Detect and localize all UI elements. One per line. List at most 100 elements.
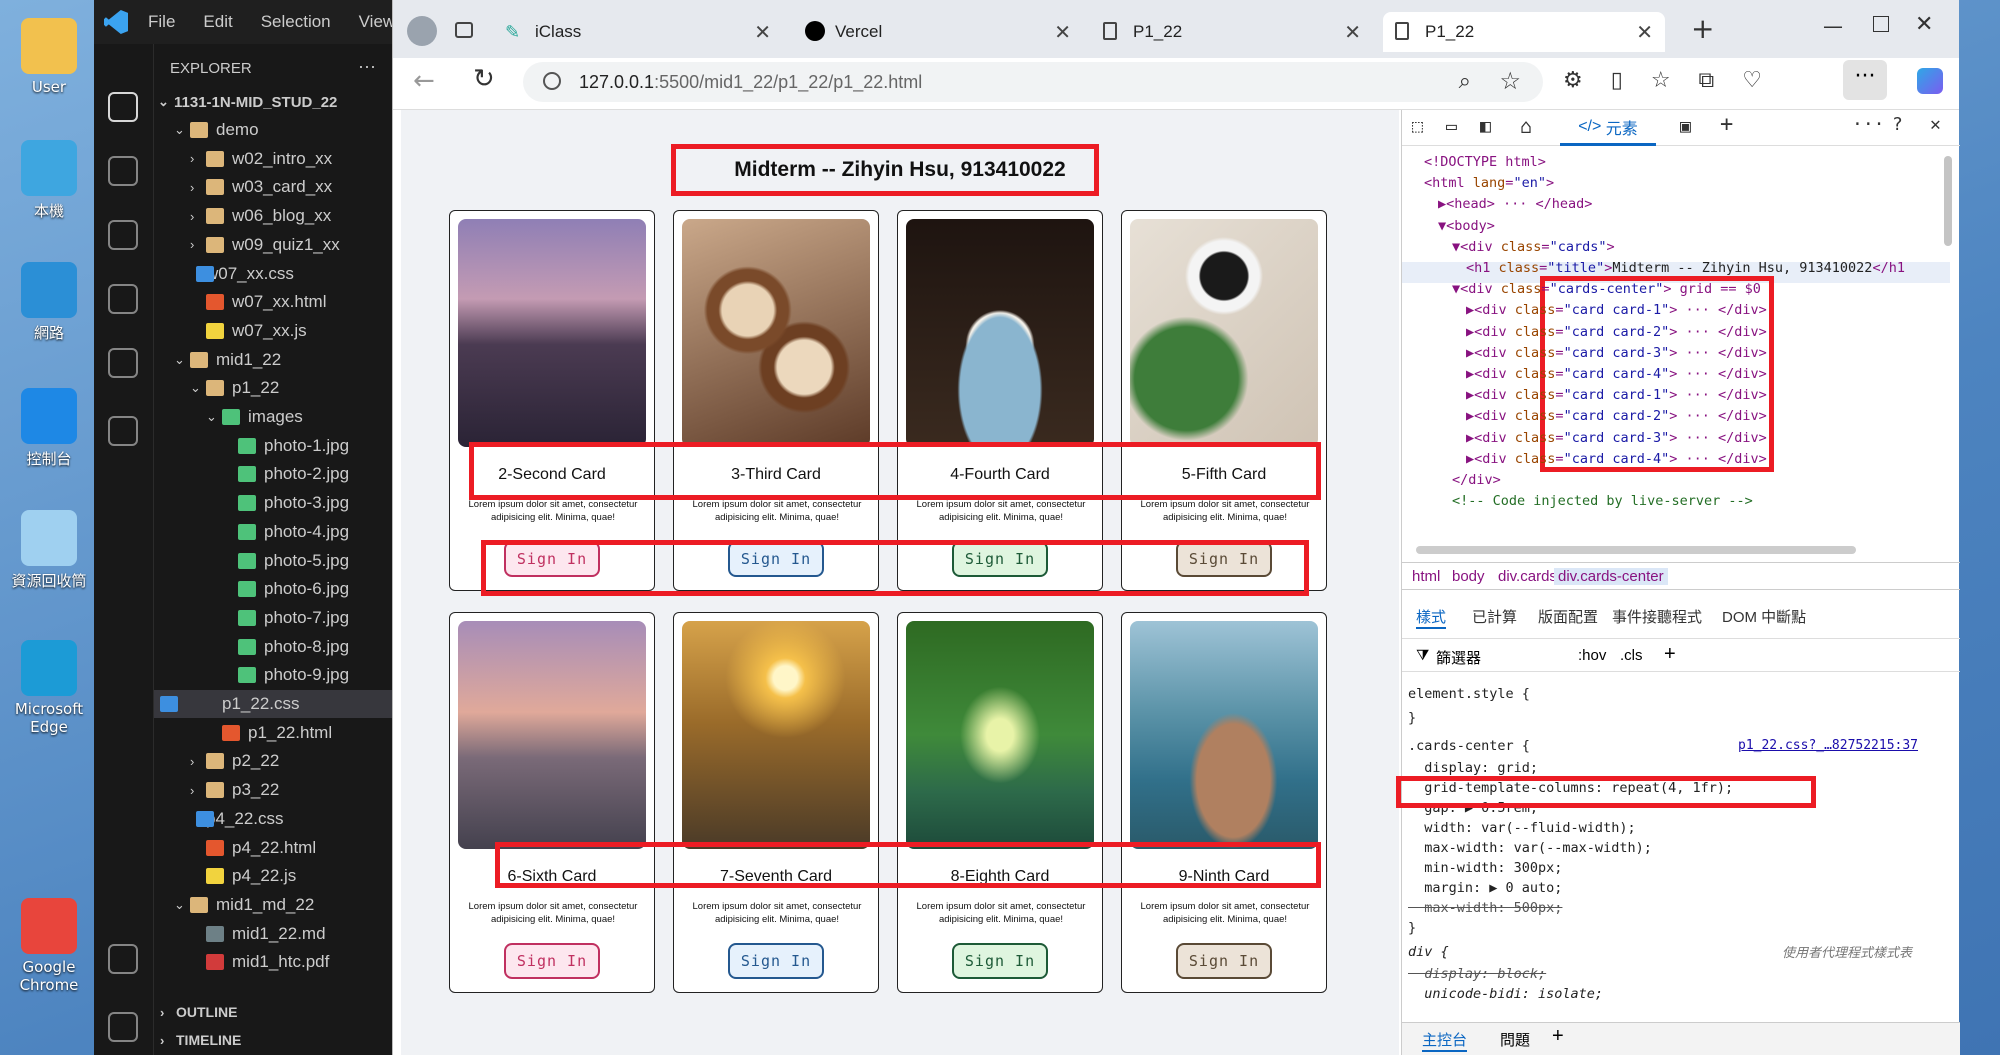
css-line[interactable]: gap: ▶ 0.5rem;	[1408, 800, 1538, 816]
styles-tab[interactable]: DOM 中斷點	[1722, 606, 1806, 627]
dom-node[interactable]: ▶<div class="card card-4"> ··· </div>	[1466, 451, 1767, 472]
tab-p1-22-active[interactable]: P1_22 ✕	[1383, 12, 1665, 52]
tree-item[interactable]: › w03_card_xx	[190, 173, 332, 201]
breadcrumb-item[interactable]: body	[1452, 568, 1485, 585]
horizontal-scrollbar[interactable]	[1416, 546, 1856, 554]
tree-item[interactable]: photo-2.jpg	[222, 460, 349, 488]
tree-item[interactable]: ⌄ mid1_22	[174, 346, 281, 374]
dom-node[interactable]: ▶<div class="card card-3"> ··· </div>	[1466, 430, 1767, 451]
tree-item[interactable]: ⌄ p1_22	[190, 374, 279, 402]
css-line[interactable]: min-width: 300px;	[1408, 860, 1562, 876]
sign-in-button[interactable]: Sign In	[728, 943, 824, 979]
url-field[interactable]: 127.0.0.1:5500/mid1_22/p1_22/p1_22.html …	[523, 62, 1543, 102]
css-line[interactable]: max-width: 500px;	[1408, 900, 1562, 916]
desktop-icon[interactable]: 資源回收筒	[10, 510, 88, 591]
favorite-star-icon[interactable]: ☆	[1499, 67, 1521, 96]
dom-node[interactable]: </div>	[1452, 472, 1501, 493]
tree-item[interactable]: photo-4.jpg	[222, 518, 349, 546]
dom-node[interactable]: <!-- Code injected by live-server -->	[1452, 493, 1753, 514]
close-devtools-icon[interactable]: ✕	[1930, 114, 1941, 135]
tree-item[interactable]: photo-8.jpg	[222, 633, 349, 661]
extensions-icon[interactable]	[108, 348, 138, 378]
css-line[interactable]: element.style {	[1408, 686, 1530, 702]
remote-icon[interactable]	[108, 416, 138, 446]
desktop-icon[interactable]: Google Chrome	[10, 898, 88, 994]
source-control-icon[interactable]	[108, 220, 138, 250]
css-line[interactable]: grid-template-columns: repeat(4, 1fr);	[1408, 780, 1733, 796]
drawer-tab-console[interactable]: 主控台	[1422, 1029, 1468, 1052]
sign-in-button[interactable]: Sign In	[1176, 541, 1272, 577]
explorer-more-icon[interactable]: ···	[358, 52, 376, 80]
css-line[interactable]: }	[1408, 920, 1416, 936]
device-icon[interactable]: ▭	[1446, 116, 1457, 137]
dom-node[interactable]: ▼<div class="cards-center"> grid == $0	[1452, 281, 1761, 302]
menu-item[interactable]: View	[359, 12, 396, 32]
account-icon[interactable]	[108, 944, 138, 974]
sign-in-button[interactable]: Sign In	[504, 943, 600, 979]
styles-tab[interactable]: 事件接聽程式	[1612, 606, 1702, 627]
tab-iclass[interactable]: ✎ iClass ✕	[493, 12, 783, 52]
drawer-tab-issues[interactable]: 問題	[1500, 1029, 1530, 1050]
dom-node[interactable]: ▶<div class="card card-2"> ··· </div>	[1466, 408, 1767, 429]
tree-item[interactable]: p4_22.html	[190, 834, 316, 862]
tab-vercel[interactable]: Vercel ✕	[793, 12, 1083, 52]
desktop-icon[interactable]: 網路	[10, 262, 88, 343]
tree-item[interactable]: photo-7.jpg	[222, 604, 349, 632]
close-icon[interactable]: ✕	[1344, 20, 1361, 45]
menu-item[interactable]: File	[148, 12, 175, 32]
tree-item[interactable]: w07_xx.html	[190, 288, 326, 316]
desktop-icon[interactable]: User	[10, 18, 88, 96]
menu-item[interactable]: Edit	[203, 12, 232, 32]
tree-item[interactable]: ⌄ demo	[174, 116, 259, 144]
desktop-icon[interactable]: 本機	[10, 140, 88, 221]
tree-item[interactable]: p4_22.js	[190, 862, 296, 890]
vertical-scrollbar[interactable]	[1944, 156, 1952, 246]
more-tabs-icon[interactable]: +	[1720, 112, 1733, 137]
tree-item[interactable]: w07_xx.js	[190, 317, 307, 345]
breadcrumb-item[interactable]: div.cards-center	[1554, 568, 1668, 585]
filter-input[interactable]: 篩選器	[1436, 647, 1481, 668]
reload-icon[interactable]: ↻	[473, 64, 495, 94]
tree-item[interactable]: photo-5.jpg	[222, 547, 349, 575]
sign-in-button[interactable]: Sign In	[1176, 943, 1272, 979]
devtools-more-icon[interactable]: ···	[1852, 114, 1885, 135]
search-icon[interactable]	[108, 156, 138, 186]
dom-node[interactable]: <h1 class="title">Midterm -- Zihyin Hsu,…	[1466, 260, 1905, 281]
back-icon[interactable]: ←	[413, 66, 435, 96]
dom-node[interactable]: ▼<div class="cards">	[1452, 239, 1615, 260]
dom-node[interactable]: ▶<div class="card card-3"> ··· </div>	[1466, 345, 1767, 366]
workspace-root[interactable]: ⌄ 1131-1N-MID_STUD_22	[158, 88, 337, 116]
dom-node[interactable]: ▶<head> ··· </head>	[1438, 196, 1592, 217]
zoom-icon[interactable]: ⌕	[1459, 68, 1471, 94]
new-rule-icon[interactable]: +	[1664, 643, 1676, 666]
tree-item[interactable]: mid1_htc.pdf	[190, 948, 329, 976]
profile-avatar[interactable]	[407, 16, 437, 46]
welcome-icon[interactable]: ⌂	[1520, 114, 1532, 138]
tree-item[interactable]: › w09_quiz1_xx	[190, 231, 340, 259]
drawer-add-icon[interactable]: +	[1552, 1025, 1564, 1048]
css-line[interactable]: max-width: var(--max-width);	[1408, 840, 1652, 856]
styles-tab[interactable]: 版面配置	[1538, 606, 1598, 627]
css-line[interactable]: div {	[1408, 944, 1449, 960]
run-debug-icon[interactable]	[108, 284, 138, 314]
console-icon[interactable]: ▣	[1680, 116, 1691, 137]
close-icon[interactable]: ✕	[1054, 20, 1071, 45]
tree-item[interactable]: p4_22.css	[190, 805, 284, 833]
dom-node[interactable]: ▶<div class="card card-2"> ··· </div>	[1466, 324, 1767, 345]
css-line[interactable]: display: block;	[1408, 966, 1546, 982]
sign-in-button[interactable]: Sign In	[952, 541, 1048, 577]
inspect-icon[interactable]: ⬚	[1412, 116, 1423, 137]
minimize-button[interactable]: —	[1823, 14, 1843, 38]
dom-node[interactable]: <!DOCTYPE html>	[1424, 154, 1546, 175]
sign-in-button[interactable]: Sign In	[504, 541, 600, 577]
dom-node[interactable]: ▶<div class="card card-4"> ··· </div>	[1466, 366, 1767, 387]
tree-item[interactable]: p1_22.html	[206, 719, 332, 747]
tab-elements[interactable]: </> 元素	[1560, 110, 1656, 146]
cls-toggle[interactable]: .cls	[1620, 647, 1643, 664]
desktop-icon[interactable]: 控制台	[10, 388, 88, 469]
help-icon[interactable]: ?	[1892, 114, 1903, 135]
outline-section[interactable]: › OUTLINE	[160, 998, 237, 1026]
tree-item[interactable]: photo-1.jpg	[222, 432, 349, 460]
maximize-button[interactable]	[1873, 16, 1889, 32]
sign-in-button[interactable]: Sign In	[952, 943, 1048, 979]
